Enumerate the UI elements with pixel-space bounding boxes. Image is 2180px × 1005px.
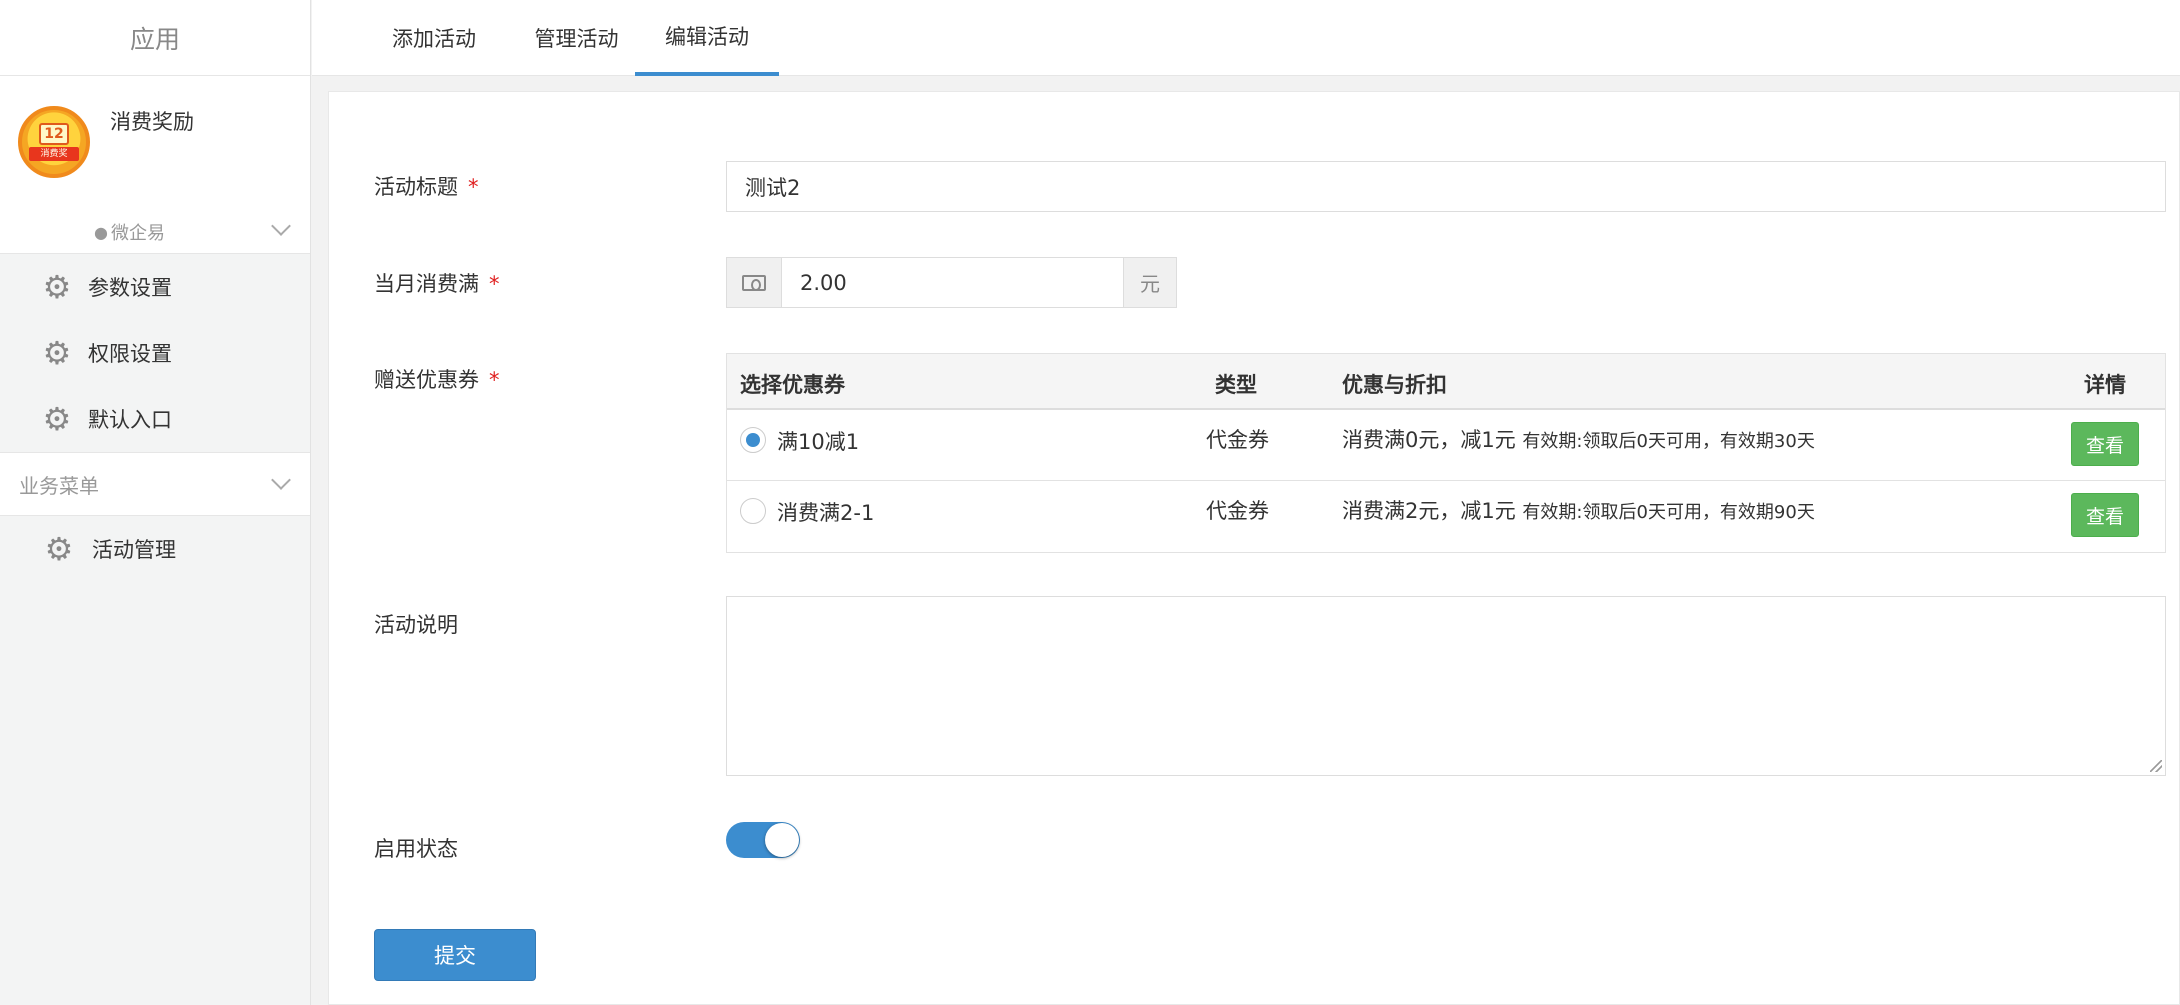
title-label: 活动标题 * (374, 175, 479, 199)
top-tabs: 添加活动 管理活动 编辑活动 (312, 0, 2180, 76)
coupon-table-header: 选择优惠券 类型 优惠与折扣 详情 (727, 354, 2165, 410)
sidebar-item-label: 参数设置 (88, 276, 172, 300)
coupon-type: 代金券 (1206, 428, 1269, 452)
tab-add-activity[interactable]: 添加活动 (364, 0, 504, 76)
group-label: 微企易 (110, 223, 165, 244)
required-mark: * (489, 368, 500, 392)
coupon-discount: 消费满0元，减1元 (1342, 428, 1516, 452)
gear-icon: ⚙ (44, 530, 74, 568)
sidebar-item-default-entry[interactable]: ⚙ 默认入口 (0, 386, 310, 452)
sidebar-item-label: 默认入口 (88, 408, 172, 432)
coupon-label: 赠送优惠券 * (374, 368, 500, 392)
status-toggle[interactable] (726, 822, 800, 858)
sidebar: 应用 12 消费奖 消费奖励 ● 微企易 ⚙ 参数设置 ⚙ 权限设置 ⚙ 默认入… (0, 0, 311, 1005)
coupon-validity: 有效期:领取后0天可用，有效期30天 (1522, 431, 1815, 452)
header-select: 选择优惠券 (740, 373, 845, 397)
app-card[interactable]: 12 消费奖 消费奖励 (0, 76, 310, 206)
edit-form-panel: 活动标题 * 测试2 当月消费满 * 2.00 元 赠送优惠券 * 选择优惠券 类型 … (328, 91, 2180, 1005)
amount-prefix (726, 257, 782, 308)
amount-label: 当月消费满 * (374, 272, 500, 296)
header-discount: 优惠与折扣 (1342, 373, 1447, 397)
coupon-radio[interactable] (740, 498, 766, 524)
sidebar-item-label: 活动管理 (92, 538, 176, 562)
view-button[interactable]: 查看 (2071, 493, 2139, 537)
coupon-name: 满10减1 (777, 430, 860, 454)
app-name: 消费奖励 (110, 110, 194, 134)
coupon-validity: 有效期:领取后0天可用，有效期90天 (1522, 502, 1815, 523)
section-toggle-business-menu[interactable]: 业务菜单 (0, 452, 310, 516)
gear-icon: ⚙ (42, 268, 72, 306)
app-logo: 12 消费奖 (18, 106, 90, 178)
gear-icon: ⚙ (42, 334, 72, 372)
sidebar-item-params[interactable]: ⚙ 参数设置 (0, 254, 310, 320)
gear-icon: ⚙ (42, 400, 72, 438)
tab-edit-activity[interactable]: 编辑活动 (635, 0, 779, 76)
section-label: 业务菜单 (19, 473, 99, 498)
required-mark: * (468, 175, 479, 199)
required-mark: * (489, 272, 500, 296)
coupon-table: 选择优惠券 类型 优惠与折扣 详情 满10减1 代金券 消费满0元，减1元 有效… (726, 353, 2166, 553)
coupon-name: 消费满2-1 (777, 501, 875, 525)
status-label: 启用状态 (374, 837, 458, 861)
coupon-discount: 消费满2元，减1元 (1342, 499, 1516, 523)
resize-handle-icon[interactable] (2150, 760, 2162, 772)
title-input[interactable]: 测试2 (726, 161, 2166, 212)
sidebar-item-label: 权限设置 (88, 342, 172, 366)
header-detail: 详情 (2084, 373, 2126, 397)
table-row[interactable]: 满10减1 代金券 消费满0元，减1元 有效期:领取后0天可用，有效期30天 查… (727, 410, 2165, 481)
tab-manage-activity[interactable]: 管理活动 (505, 0, 648, 76)
description-textarea[interactable] (726, 596, 2166, 776)
wechat-icon: ● (94, 222, 108, 242)
money-icon (742, 274, 766, 291)
submit-button[interactable]: 提交 (374, 929, 536, 981)
header-type: 类型 (1215, 373, 1257, 397)
view-button[interactable]: 查看 (2071, 422, 2139, 466)
toggle-knob (765, 823, 799, 857)
sidebar-item-activity-management[interactable]: ⚙ 活动管理 (0, 516, 310, 582)
sidebar-header: 应用 (0, 0, 310, 76)
coupon-radio[interactable] (740, 427, 766, 453)
table-row[interactable]: 消费满2-1 代金券 消费满2元，减1元 有效期:领取后0天可用，有效期90天 … (727, 481, 2165, 552)
amount-input[interactable]: 2.00 (781, 257, 1124, 308)
chevron-down-icon (271, 470, 291, 490)
group-toggle-weiqiyi[interactable]: ● 微企易 (0, 206, 310, 254)
amount-unit: 元 (1123, 257, 1177, 308)
desc-label: 活动说明 (374, 613, 458, 637)
chevron-down-icon (271, 216, 291, 236)
coupon-type: 代金券 (1206, 499, 1269, 523)
sidebar-item-permissions[interactable]: ⚙ 权限设置 (0, 320, 310, 386)
